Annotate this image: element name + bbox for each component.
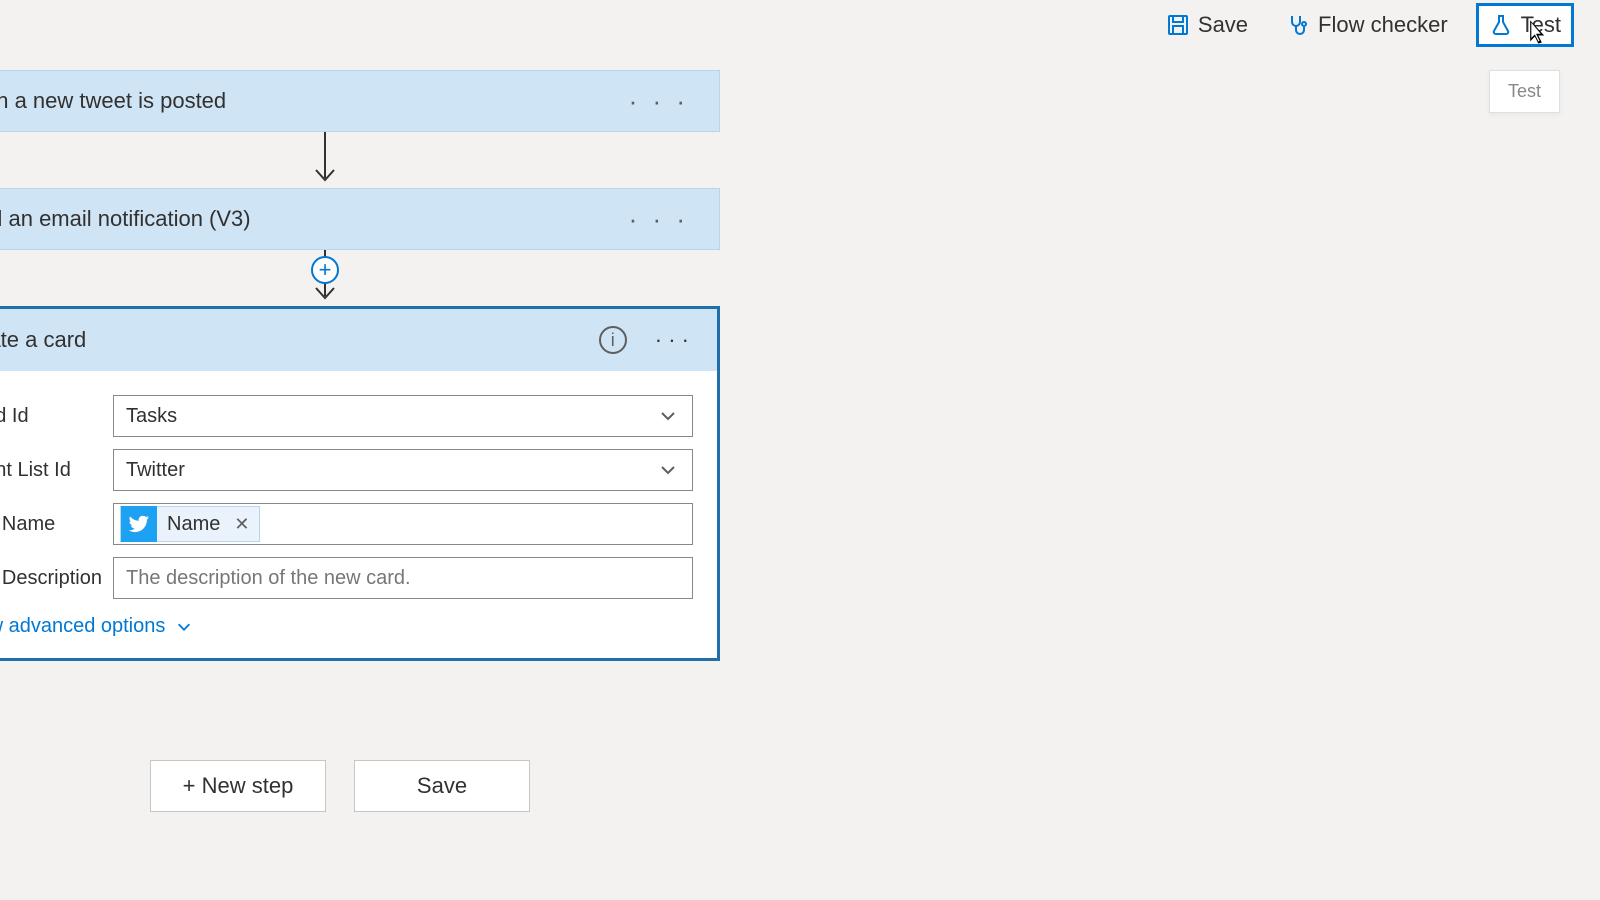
action-card-email[interactable]: Send an email notification (V3) · · · [0,188,720,250]
chevron-down-icon [658,460,678,480]
action-card-create-card: Create a card i · · · Board Id Tasks Par… [0,306,720,661]
trigger-title: When a new tweet is posted [0,88,226,114]
connector-arrow [0,132,720,188]
field-name: Card Name Name ✕ [0,497,717,551]
board-select[interactable]: Tasks [113,395,693,437]
action-email-title: Send an email notification (V3) [0,206,251,232]
field-list: Parent List Id Twitter [0,443,717,497]
list-value: Twitter [126,459,185,482]
arrow-down-icon [310,132,340,188]
stethoscope-icon [1286,13,1310,37]
save-label: Save [1198,12,1248,38]
new-step-label: + New step [183,773,294,799]
advanced-options-toggle[interactable]: Show advanced options [0,605,717,638]
test-tooltip: Test [1489,70,1560,113]
test-tooltip-text: Test [1508,81,1541,101]
name-input[interactable]: Name ✕ [113,503,693,545]
save-flow-label: Save [417,773,467,799]
info-icon[interactable]: i [599,326,627,354]
save-button[interactable]: Save [1156,6,1258,44]
field-board: Board Id Tasks [0,389,717,443]
field-desc-label: Card Description [0,567,113,590]
dynamic-token-name[interactable]: Name ✕ [120,506,260,542]
field-description: Card Description The description of the … [0,551,717,605]
token-label: Name [167,513,220,536]
chevron-down-icon [175,618,193,636]
new-step-button[interactable]: + New step [150,760,326,812]
list-select[interactable]: Twitter [113,449,693,491]
advanced-options-label: Show advanced options [0,615,165,638]
flow-checker-button[interactable]: Flow checker [1276,6,1458,44]
flask-icon [1489,13,1513,37]
bottom-buttons: + New step Save [150,760,530,812]
ellipsis-icon[interactable]: · · · [629,86,689,117]
create-card-header[interactable]: Create a card i · · · [0,309,717,371]
description-input[interactable]: The description of the new card. [113,557,693,599]
create-card-title: Create a card [0,327,86,353]
test-button[interactable]: Test [1476,3,1574,47]
add-step-icon[interactable]: + [311,256,339,284]
save-flow-button[interactable]: Save [354,760,530,812]
test-label: Test [1521,12,1561,38]
ellipsis-icon[interactable]: · · · [629,204,689,235]
connector-with-add: + [0,250,720,306]
remove-token-icon[interactable]: ✕ [234,514,249,535]
field-list-label: Parent List Id [0,459,113,482]
flow-checker-label: Flow checker [1318,12,1448,38]
desc-placeholder: The description of the new card. [126,567,411,590]
field-board-label: Board Id [0,405,113,428]
flow-canvas: When a new tweet is posted · · · Send an… [0,70,720,661]
trigger-card[interactable]: When a new tweet is posted · · · [0,70,720,132]
ellipsis-icon[interactable]: · · · [655,327,689,353]
save-icon [1166,13,1190,37]
top-toolbar: Save Flow checker Test [0,0,1600,50]
field-name-label: Card Name [0,513,113,536]
chevron-down-icon [658,406,678,426]
board-value: Tasks [126,405,177,428]
twitter-icon [121,506,157,542]
